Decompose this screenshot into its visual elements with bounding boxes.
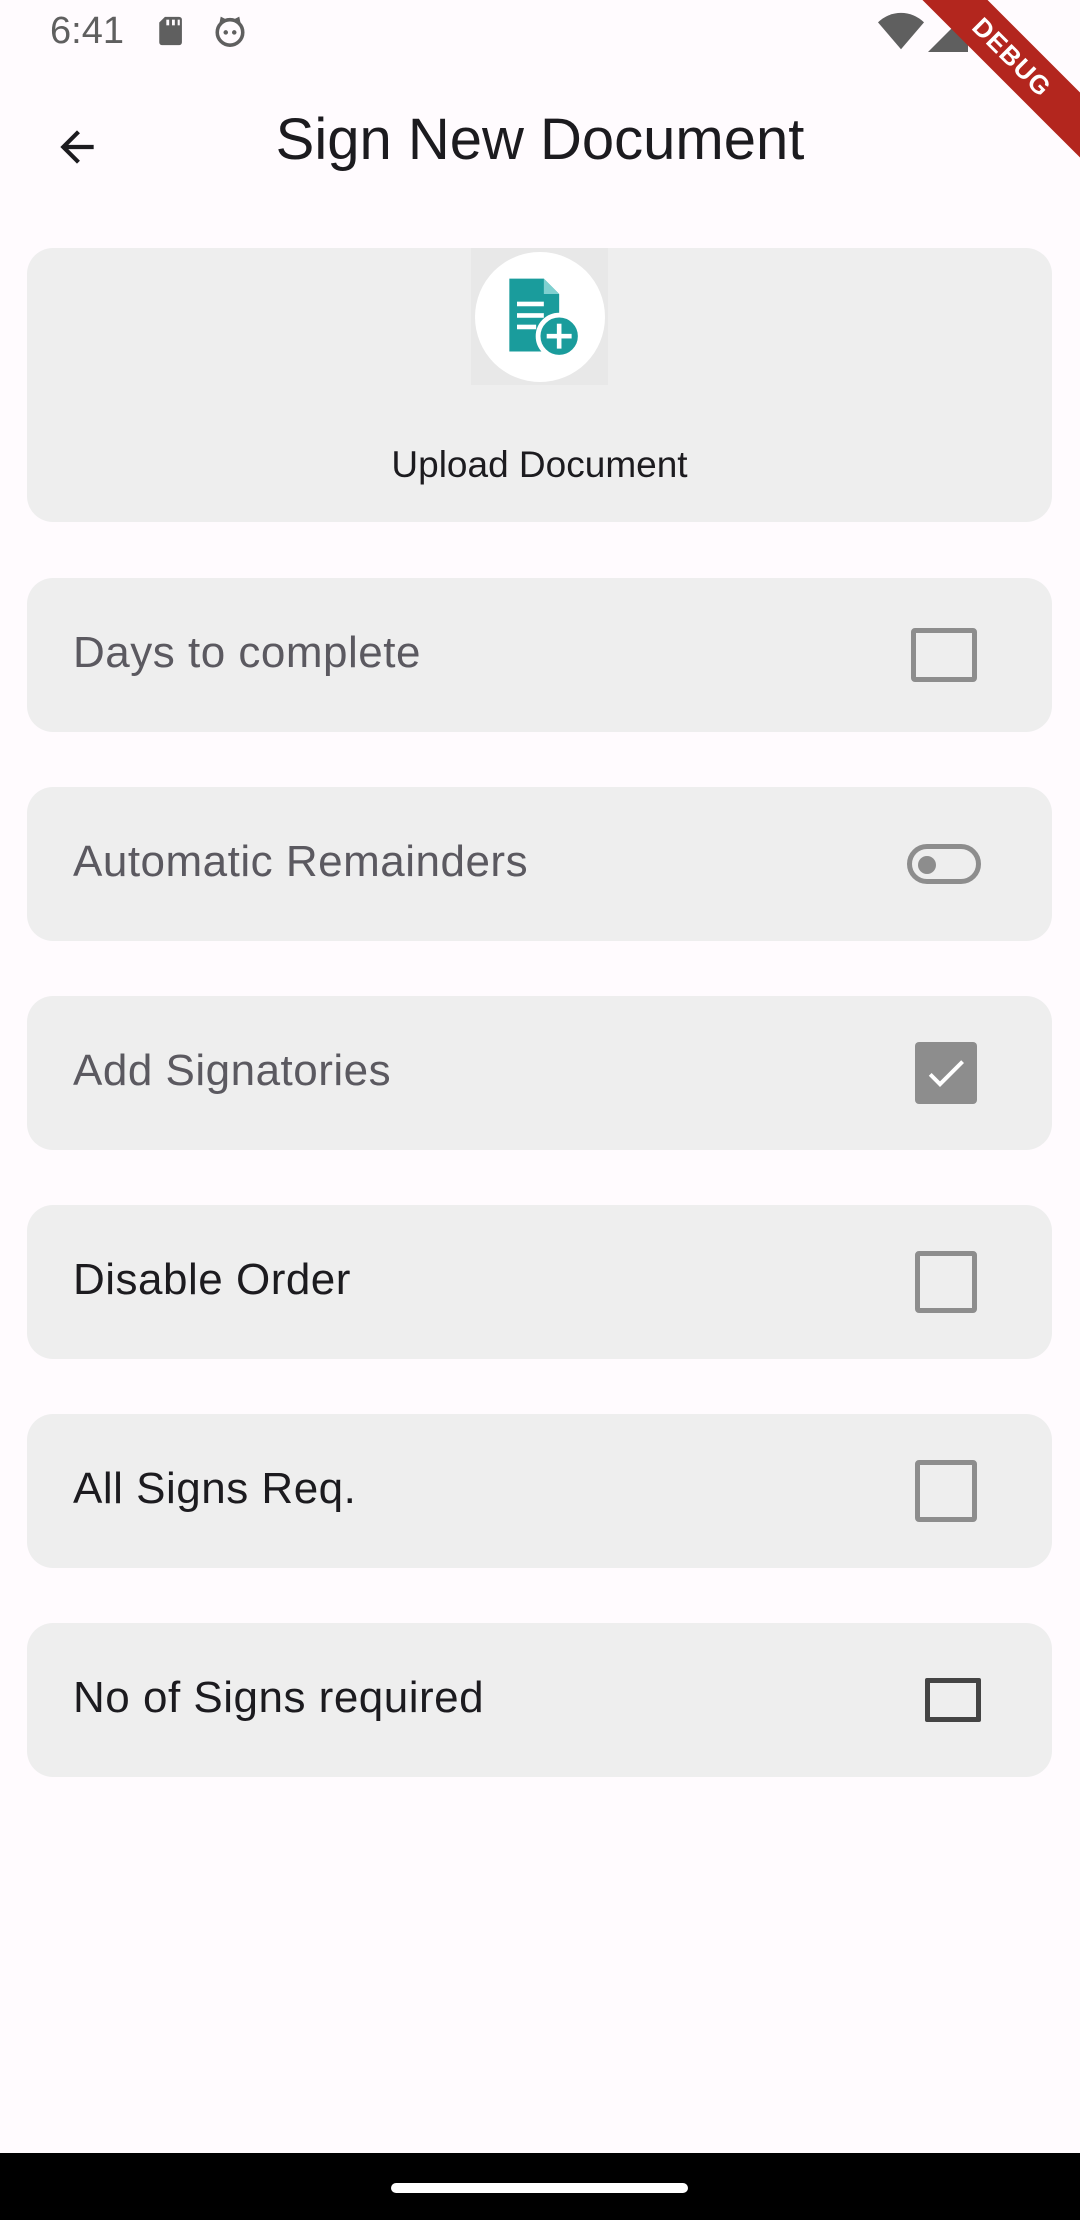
home-gesture-handle[interactable] [391,2183,688,2193]
days-to-complete-row[interactable]: Days to complete [27,578,1052,732]
days-to-complete-checkbox[interactable] [911,628,977,682]
document-add-icon [508,278,583,360]
all-signs-required-checkbox[interactable] [915,1460,977,1522]
automatic-remainders-row[interactable]: Automatic Remainders [27,787,1052,941]
disable-order-row[interactable]: Disable Order [27,1205,1052,1359]
days-to-complete-label: Days to complete [73,628,421,677]
switch-knob [918,856,936,874]
wifi-icon [878,12,924,50]
disable-order-checkbox[interactable] [915,1251,977,1313]
status-time: 6:41 [50,10,124,52]
upload-document-card[interactable]: Upload Document [27,248,1052,522]
page-title: Sign New Document [275,107,805,172]
sd-card-icon [159,16,182,46]
automatic-remainders-switch[interactable] [907,844,981,884]
all-signs-required-label: All Signs Req. [73,1464,357,1513]
disable-order-label: Disable Order [73,1255,351,1304]
no-of-signs-required-row[interactable]: No of Signs required [27,1623,1052,1777]
automatic-remainders-label: Automatic Remainders [73,837,529,886]
upload-icon-container[interactable] [471,248,608,385]
system-nav-bar [0,2153,1080,2220]
add-signatories-checkbox[interactable] [915,1042,977,1104]
checkmark-icon [928,1060,964,1087]
add-signatories-label: Add Signatories [73,1046,392,1095]
upload-icon-circle [474,251,605,382]
cat-face-icon [215,16,245,47]
status-bar: 6:41 [0,0,1080,66]
all-signs-required-row[interactable]: All Signs Req. [27,1414,1052,1568]
app-bar: Sign New Document [0,66,1080,216]
no-of-signs-required-label: No of Signs required [73,1673,485,1722]
no-of-signs-required-checkbox[interactable] [925,1678,981,1722]
add-signatories-row[interactable]: Add Signatories [27,996,1052,1150]
upload-document-label: Upload Document [391,444,688,485]
